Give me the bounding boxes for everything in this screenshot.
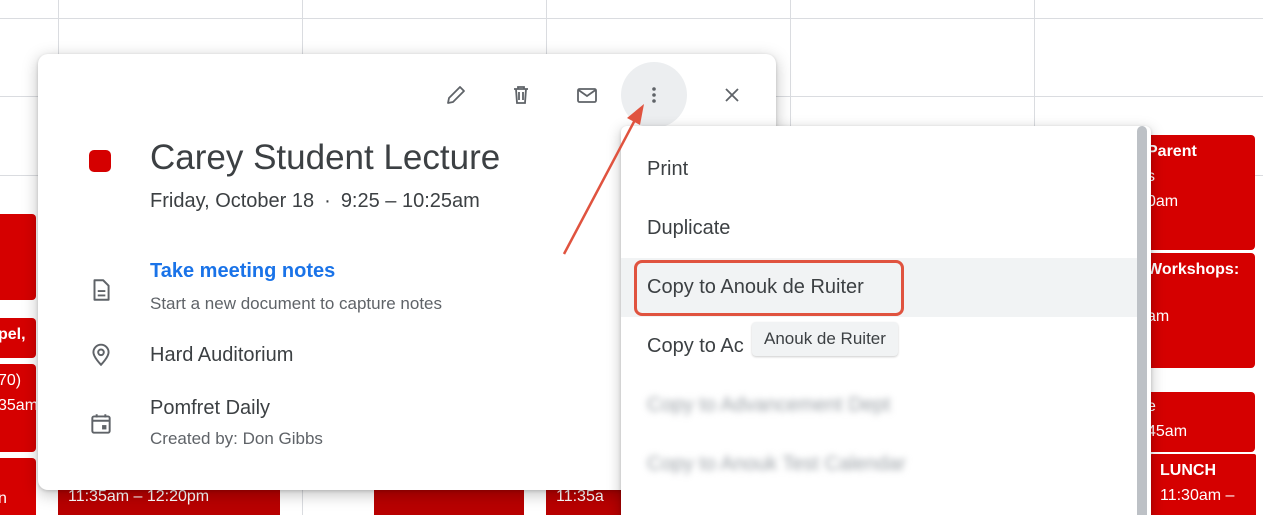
event-title: pel,: [0, 326, 26, 343]
event-title: LUNCH: [1160, 462, 1216, 479]
mail-icon: [577, 88, 597, 103]
event-time: 11:30am –: [1160, 487, 1235, 504]
event-location: Hard Auditorium: [150, 344, 294, 366]
event-time: 9:25 – 10:25am: [340, 190, 480, 212]
trash-icon: [514, 86, 528, 104]
menu-item-print[interactable]: Print: [621, 140, 1137, 199]
calendar-event[interactable]: pel,: [0, 318, 36, 358]
delete-button[interactable]: [498, 72, 544, 118]
email-guests-button[interactable]: [564, 72, 610, 118]
document-icon: [88, 277, 114, 303]
event-creator: Created by: Don Gibbs: [150, 429, 323, 448]
menu-scrollbar[interactable]: [1137, 126, 1147, 515]
annotation-highlight-box: [634, 260, 904, 316]
grid-line: [0, 18, 1263, 19]
event-date: Friday, October 18: [150, 190, 315, 212]
event-time: 45am: [1147, 423, 1188, 440]
event-calendar-name: Pomfret Daily: [150, 397, 271, 419]
event-title: Parent: [1147, 143, 1197, 160]
calendar-event[interactable]: Parent s 0am: [1137, 135, 1255, 250]
edit-button[interactable]: [433, 72, 479, 118]
calendar-icon: [88, 411, 114, 437]
event-time: 11:35a: [556, 488, 604, 505]
meeting-notes-description: Start a new document to capture notes: [150, 294, 443, 313]
calendar-event[interactable]: 70) 35am: [0, 364, 36, 452]
menu-item-copy-to-advancement[interactable]: Copy to Advancement Dept: [621, 376, 1137, 435]
datetime-separator: ·: [324, 190, 331, 212]
event-color-swatch: [89, 150, 111, 172]
menu-item-copy-to-anouk-test[interactable]: Copy to Anouk Test Calendar: [621, 435, 1137, 494]
event-time: 0am: [1147, 193, 1179, 210]
close-icon: [725, 88, 739, 102]
calendar-event[interactable]: e 45am: [1137, 392, 1255, 452]
event-title: Carey Student Lecture: [150, 138, 501, 177]
more-options-button[interactable]: [621, 62, 687, 128]
event-datetime: Friday, October 18 · 9:25 – 10:25am: [150, 190, 480, 213]
event-title: 70): [0, 372, 22, 389]
close-button[interactable]: [709, 72, 755, 118]
menu-item-duplicate[interactable]: Duplicate: [621, 199, 1137, 258]
calendar-event[interactable]: LUNCH 11:30am –: [1148, 452, 1258, 515]
event-time: 11:35am – 12:20pm: [68, 488, 210, 505]
event-time: 35am: [0, 397, 36, 414]
take-meeting-notes-link[interactable]: Take meeting notes: [150, 260, 335, 283]
event-time: n: [0, 490, 7, 507]
more-vert-icon: [652, 87, 656, 103]
calendar-event[interactable]: Workshops: am: [1137, 253, 1255, 368]
calendar-event[interactable]: [0, 214, 36, 300]
more-options-menu: Print Duplicate Copy to Anouk de Ruiter …: [621, 126, 1151, 515]
event-title: Workshops:: [1147, 261, 1240, 278]
pencil-icon: [447, 86, 465, 104]
calendar-name-tooltip: Anouk de Ruiter: [752, 322, 898, 356]
location-pin-icon: [88, 342, 114, 368]
calendar-event[interactable]: n: [0, 458, 36, 515]
